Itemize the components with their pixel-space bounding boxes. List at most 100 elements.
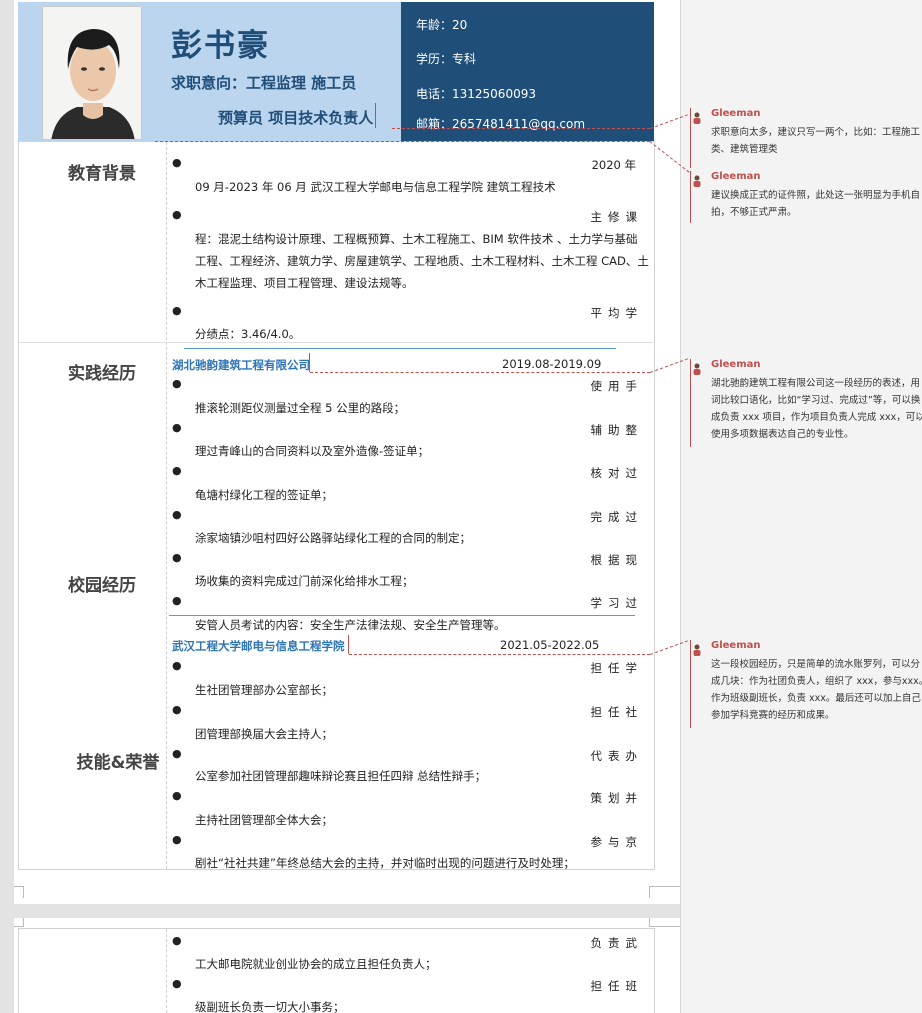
comment-anchor-marker <box>348 635 349 654</box>
section-title-practice: 实践经历 <box>68 364 136 384</box>
education-level-field: 学历：专科 <box>416 52 477 66</box>
bullet-dot: ● <box>172 934 182 947</box>
comment-card[interactable]: Gleeman 建议换成正式的证件照，此处这一张明显为手机自 拍，不够正式严肃。 <box>690 171 922 223</box>
campus-date: 2021.05-2022.05 <box>500 638 600 652</box>
education-line: 09 月-2023 年 06 月 武汉工程大学邮电与信息工程学院 建筑工程技术 <box>195 180 556 194</box>
comment-connector <box>392 128 650 129</box>
campus-item-lead: 担任学 <box>590 661 643 675</box>
practice-item-text: 龟塘村绿化工程的签证单； <box>195 488 333 502</box>
campus-item-lead: 策划并 <box>590 791 643 805</box>
comment-accent-bar <box>690 171 691 223</box>
bullet-dot: ● <box>172 208 182 221</box>
bullet-dot: ● <box>172 421 182 434</box>
education-line: 主修课 <box>590 210 643 224</box>
campus-item-text: 团管理部换届大会主持人； <box>195 727 333 741</box>
bullet-dot: ● <box>172 377 182 390</box>
bullet-dot: ● <box>172 156 182 169</box>
campus-item-lead: 担任社 <box>590 705 643 719</box>
column-divider <box>166 929 167 1013</box>
bullet-dot: ● <box>172 659 182 672</box>
bullet-dot: ● <box>172 789 182 802</box>
bullet-dot: ● <box>172 594 182 607</box>
comment-text: 湖北驰韵建筑工程有限公司这一段经历的表述，用 词比较口语化，比如“学习过、完成过… <box>711 378 922 440</box>
page-corner-mark <box>649 886 680 898</box>
education-line: 木工程监理、项目工程管理、建设法规等。 <box>195 276 414 290</box>
practice-item-text: 场收集的资料完成过门前深化给排水工程； <box>195 574 414 588</box>
bullet-dot: ● <box>172 703 182 716</box>
campus-item-text: 主持社团管理部全体大会； <box>195 813 333 827</box>
comment-author: Gleeman <box>711 359 761 370</box>
email-field: 邮箱：2657481411@qq.com <box>416 117 586 131</box>
header-left-panel: 彭书豪 求职意向：工程监理 施工员 预算员 项目技术负责人 <box>18 2 401 141</box>
user-avatar-icon <box>693 112 701 124</box>
section-title-skills: 技能&荣誉 <box>76 753 160 773</box>
comment-text: 求职意向太多，建议只写一两个，比如：工程施工 类、建筑管理类 <box>711 127 921 155</box>
bullet-dot: ● <box>172 747 182 760</box>
campus-item-lead: 代表办 <box>590 749 643 763</box>
education-line: 平均学 <box>590 306 643 320</box>
comment-card[interactable]: Gleeman 湖北驰韵建筑工程有限公司这一段经历的表述，用 词比较口语化，比如… <box>690 359 922 447</box>
comment-connector <box>310 372 650 373</box>
section-divider <box>18 342 654 343</box>
practice-item-lead: 完成过 <box>590 510 643 524</box>
practice-item-lead: 学习过 <box>590 596 643 610</box>
practice-item-lead: 辅助整 <box>590 423 643 437</box>
comment-connector <box>155 141 650 142</box>
practice-item-text: 安管人员考试的内容：安全生产法律法规、安全生产管理等。 <box>195 618 506 632</box>
practice-item-lead: 根据现 <box>590 553 643 567</box>
frame-left-line <box>18 928 19 1013</box>
bullet-dot: ● <box>172 551 182 564</box>
comment-author: Gleeman <box>711 108 761 119</box>
section-title-education: 教育背景 <box>68 164 136 184</box>
frame-right-line <box>654 928 655 1013</box>
education-line: 2020 年 <box>591 158 636 172</box>
practice-company: 湖北驰韵建筑工程有限公司 <box>172 358 310 372</box>
page-corner-mark <box>14 918 24 927</box>
bullet-dot: ● <box>172 977 182 990</box>
campus-top-rule <box>169 615 635 616</box>
practice-item-text: 理过青峰山的合同资料以及室外造像-签证单； <box>195 444 430 458</box>
job-intent-line2: 预算员 项目技术负责人 <box>218 109 374 127</box>
practice-item-lead: 使用手 <box>590 379 643 393</box>
skills-item-lead: 担任班 <box>590 979 643 993</box>
comment-card[interactable]: Gleeman 求职意向太多，建议只写一两个，比如：工程施工 类、建筑管理类 <box>690 108 922 168</box>
comment-accent-bar <box>690 108 691 168</box>
campus-school: 武汉工程大学邮电与信息工程学院 <box>172 639 345 653</box>
campus-item-text: 公室参加社团管理部趣味辩论赛且担任四辩 总结性辩手； <box>195 769 487 783</box>
comment-author: Gleeman <box>711 640 761 651</box>
comment-anchor-marker <box>375 103 376 128</box>
candidate-name: 彭书豪 <box>171 28 270 64</box>
age-field: 年龄：20 <box>416 18 468 32</box>
section-title-campus: 校园经历 <box>68 576 136 596</box>
campus-item-text: 剧社“社社共建”年终总结大会的主持，并对临时出现的问题进行及时处理； <box>195 856 575 870</box>
job-intent-line1: 求职意向：工程监理 施工员 <box>171 74 357 92</box>
bullet-dot: ● <box>172 464 182 477</box>
frame-right-line <box>654 141 655 870</box>
user-avatar-icon <box>693 175 701 187</box>
comment-author: Gleeman <box>711 171 761 182</box>
comment-accent-bar <box>690 640 691 728</box>
resume-header: 彭书豪 求职意向：工程监理 施工员 预算员 项目技术负责人 年龄：20 学历：专… <box>18 2 654 141</box>
frame-left-line <box>18 141 19 870</box>
skills-item-lead: 负责武 <box>590 936 643 950</box>
header-contact-panel: 年龄：20 学历：专科 电话：13125060093 邮箱：2657481411… <box>401 2 654 141</box>
user-avatar-icon <box>693 644 701 656</box>
practice-item-lead: 核对过 <box>590 466 643 480</box>
comment-accent-bar <box>690 359 691 447</box>
education-line: 分绩点：3.46/4.0。 <box>195 327 301 341</box>
comment-connector <box>349 654 650 655</box>
user-avatar-icon <box>693 363 701 375</box>
profile-photo[interactable] <box>42 6 142 140</box>
document-page-2: ● 负责武 工大邮电院就业创业协会的成立且担任负责人； ● 担任班 级副班长负责… <box>14 918 680 1013</box>
page-corner-mark <box>649 918 680 927</box>
bullet-dot: ● <box>172 508 182 521</box>
document-page-1: 彭书豪 求职意向：工程监理 施工员 预算员 项目技术负责人 年龄：20 学历：专… <box>14 0 680 904</box>
practice-item-text: 涂家垴镇沙咀村四好公路驿站绿化工程的合同的制定； <box>195 531 471 545</box>
skills-item-text: 级副班长负责一切大小事务； <box>195 1000 345 1013</box>
skills-item-text: 工大邮电院就业创业协会的成立且担任负责人； <box>195 957 437 971</box>
campus-item-lead: 参与京 <box>590 835 643 849</box>
comment-card[interactable]: Gleeman 这一段校园经历，只是简单的流水账罗列，可以分 成几块：作为社团负… <box>690 640 922 728</box>
page-corner-mark <box>14 886 24 898</box>
practice-date: 2019.08-2019.09 <box>502 357 602 371</box>
comment-anchor-marker <box>309 353 310 372</box>
